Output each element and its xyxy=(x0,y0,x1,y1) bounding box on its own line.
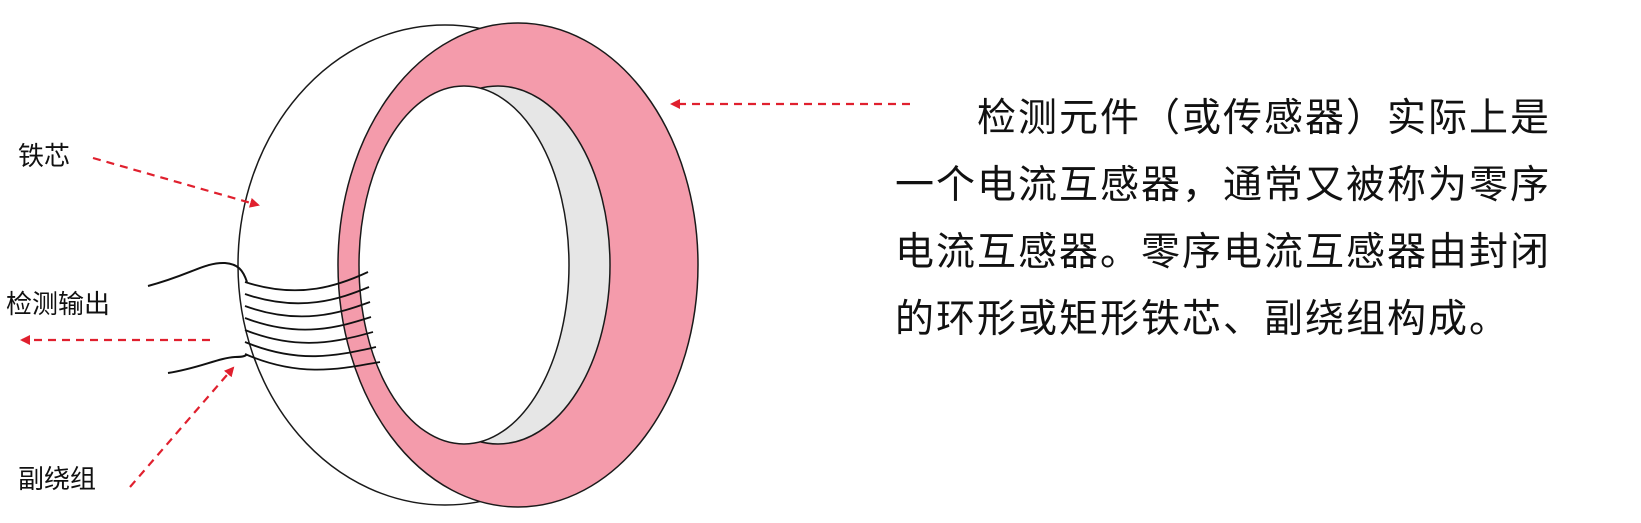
description-line: 一个电流互感器，通常又被称为零序 xyxy=(895,163,1552,208)
winding-label: 副绕组 xyxy=(18,465,97,495)
ring-hole xyxy=(358,85,570,445)
output-label: 检测输出 xyxy=(6,290,111,320)
core-arrow xyxy=(92,156,260,208)
winding-arrow xyxy=(129,366,235,488)
description-text: 检测元件（或传感器）实际上是 一个电流互感器，通常又被称为零序 电流互感器。零序… xyxy=(895,85,1615,353)
output-leads xyxy=(147,261,248,374)
description-line: 电流互感器。零序电流互感器由封闭 xyxy=(895,230,1552,275)
description-line: 检测元件（或传感器）实际上是 xyxy=(895,96,1552,141)
description-line: 的环形或矩形铁芯、副绕组构成。 xyxy=(895,297,1511,342)
core-label: 铁芯 xyxy=(18,142,71,172)
